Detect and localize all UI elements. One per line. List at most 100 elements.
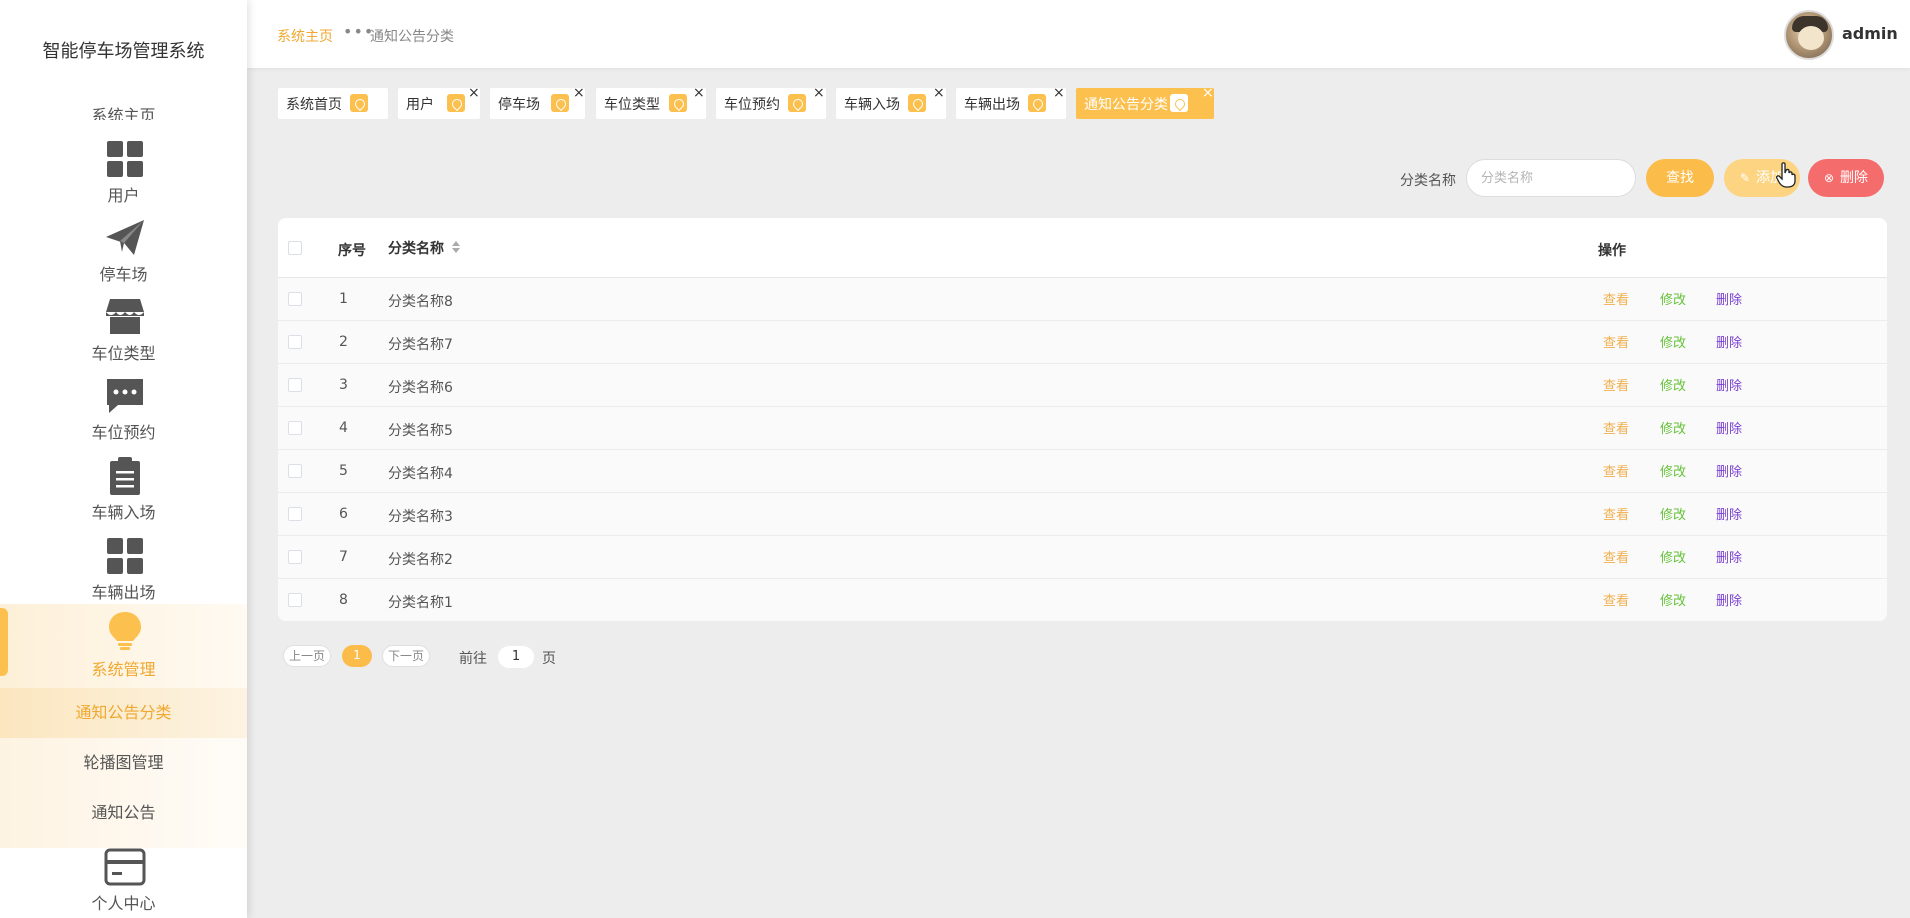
view-link[interactable]: 查看: [1603, 590, 1629, 609]
sidebar-item-system-management[interactable]: 系统管理: [0, 604, 247, 688]
clipboard-icon: [110, 457, 140, 495]
close-icon[interactable]: ×: [933, 86, 945, 100]
heart-icon: [669, 94, 687, 112]
search-input[interactable]: [1466, 159, 1636, 197]
next-page-button[interactable]: 下一页: [382, 645, 430, 667]
submenu-item-notice-category[interactable]: 通知公告分类: [0, 688, 247, 738]
storefront-icon: [106, 299, 144, 334]
paper-plane-icon: [106, 220, 144, 255]
breadcrumb-home[interactable]: 系统主页: [277, 26, 333, 46]
view-link[interactable]: 查看: [1603, 461, 1629, 480]
data-table: 序号 分类名称 操作 1 分类名称8 查看 修改 删除 2 分类名称7 查看 修改 删除 3 分类名称…: [278, 218, 1887, 621]
view-link[interactable]: 查看: [1603, 289, 1629, 308]
prev-page-button[interactable]: 上一页: [283, 645, 331, 667]
edit-link[interactable]: 修改: [1660, 461, 1686, 480]
edit-link[interactable]: 修改: [1660, 332, 1686, 351]
delete-link[interactable]: 删除: [1716, 289, 1742, 308]
row-checkbox[interactable]: [288, 335, 302, 349]
table-row: 8 分类名称1 查看 修改 删除: [278, 579, 1887, 621]
close-icon[interactable]: ×: [1053, 86, 1065, 100]
row-name: 分类名称5: [388, 423, 453, 439]
tab-label: 车位预约: [724, 97, 780, 113]
tab-vehicle-exit[interactable]: 车辆出场 ×: [956, 86, 1066, 119]
sidebar: 智能停车场管理系统 系统主页 用户 停车场 车位类型 车位预约 车辆入场 车辆出…: [0, 0, 247, 918]
close-icon[interactable]: ×: [1202, 86, 1214, 100]
delete-link[interactable]: 删除: [1716, 590, 1742, 609]
tab-label: 车辆出场: [964, 97, 1020, 113]
sidebar-item-users[interactable]: 用户: [0, 138, 247, 218]
edit-link[interactable]: 修改: [1660, 547, 1686, 566]
sidebar-item-vehicle-exit[interactable]: 车辆出场: [0, 535, 247, 615]
delete-button[interactable]: ⊗ 删除: [1808, 159, 1884, 197]
edit-link[interactable]: 修改: [1660, 504, 1686, 523]
active-indicator: [0, 608, 8, 676]
sidebar-item-profile[interactable]: 个人中心: [0, 846, 247, 918]
close-icon[interactable]: ×: [468, 86, 480, 100]
submenu-item-carousel[interactable]: 轮播图管理: [0, 738, 247, 788]
tab-notice-category[interactable]: 通知公告分类 ×: [1076, 86, 1214, 119]
tab-vehicle-entry[interactable]: 车辆入场 ×: [836, 86, 946, 119]
top-header: 系统主页 ••• 通知公告分类 admin: [247, 0, 1910, 68]
close-icon[interactable]: ×: [813, 86, 825, 100]
tab-reservation[interactable]: 车位预约 ×: [716, 86, 826, 119]
row-checkbox[interactable]: [288, 378, 302, 392]
sort-icon[interactable]: [451, 239, 461, 255]
page-number-current[interactable]: 1: [342, 645, 372, 667]
sidebar-item-reservation[interactable]: 车位预约: [0, 375, 247, 455]
view-link[interactable]: 查看: [1603, 332, 1629, 351]
edit-link[interactable]: 修改: [1660, 289, 1686, 308]
close-icon[interactable]: ×: [573, 86, 585, 100]
tab-users[interactable]: 用户 ×: [398, 86, 480, 119]
row-checkbox[interactable]: [288, 593, 302, 607]
row-index: 3: [339, 377, 348, 393]
tab-space-type[interactable]: 车位类型 ×: [596, 86, 706, 119]
row-checkbox[interactable]: [288, 550, 302, 564]
select-all-checkbox[interactable]: [288, 241, 302, 255]
sidebar-item-label: 系统管理: [91, 660, 156, 679]
lightbulb-icon: [109, 612, 141, 650]
close-circle-icon: ⊗: [1823, 171, 1835, 185]
sidebar-item-vehicle-entry[interactable]: 车辆入场: [0, 455, 247, 535]
heart-icon: [1170, 94, 1188, 112]
delete-button-label: 删除: [1840, 170, 1869, 186]
row-checkbox[interactable]: [288, 464, 302, 478]
tab-parking-lot[interactable]: 停车场 ×: [490, 86, 585, 119]
sidebar-item-parking-lot[interactable]: 停车场: [0, 217, 247, 297]
row-checkbox[interactable]: [288, 292, 302, 306]
row-name: 分类名称3: [388, 509, 453, 525]
tab-label: 车辆入场: [844, 97, 900, 113]
submenu-item-notice[interactable]: 通知公告: [0, 788, 247, 838]
grid-icon: [107, 538, 143, 574]
tab-label: 系统首页: [286, 97, 342, 113]
tab-label: 停车场: [498, 97, 540, 113]
sidebar-item-label: 用户: [107, 186, 140, 205]
edit-link[interactable]: 修改: [1660, 375, 1686, 394]
delete-link[interactable]: 删除: [1716, 332, 1742, 351]
sidebar-item-space-type[interactable]: 车位类型: [0, 296, 247, 376]
edit-link[interactable]: 修改: [1660, 418, 1686, 437]
row-name: 分类名称6: [388, 380, 453, 396]
username[interactable]: admin: [1842, 24, 1898, 43]
close-icon[interactable]: ×: [693, 86, 705, 100]
table-row: 2 分类名称7 查看 修改 删除: [278, 321, 1887, 364]
delete-link[interactable]: 删除: [1716, 547, 1742, 566]
delete-link[interactable]: 删除: [1716, 375, 1742, 394]
delete-link[interactable]: 删除: [1716, 461, 1742, 480]
column-header-name[interactable]: 分类名称: [388, 238, 444, 258]
tab-home[interactable]: 系统首页: [278, 88, 388, 119]
goto-page-input[interactable]: 1: [498, 646, 534, 668]
delete-link[interactable]: 删除: [1716, 418, 1742, 437]
view-link[interactable]: 查看: [1603, 547, 1629, 566]
sidebar-item-home[interactable]: 系统主页: [0, 100, 247, 120]
delete-link[interactable]: 删除: [1716, 504, 1742, 523]
edit-link[interactable]: 修改: [1660, 590, 1686, 609]
row-checkbox[interactable]: [288, 507, 302, 521]
row-name: 分类名称4: [388, 466, 453, 482]
search-button[interactable]: 查找: [1646, 159, 1714, 197]
view-link[interactable]: 查看: [1603, 418, 1629, 437]
view-link[interactable]: 查看: [1603, 375, 1629, 394]
row-checkbox[interactable]: [288, 421, 302, 435]
view-link[interactable]: 查看: [1603, 504, 1629, 523]
row-name: 分类名称7: [388, 337, 453, 353]
avatar[interactable]: [1784, 10, 1834, 60]
